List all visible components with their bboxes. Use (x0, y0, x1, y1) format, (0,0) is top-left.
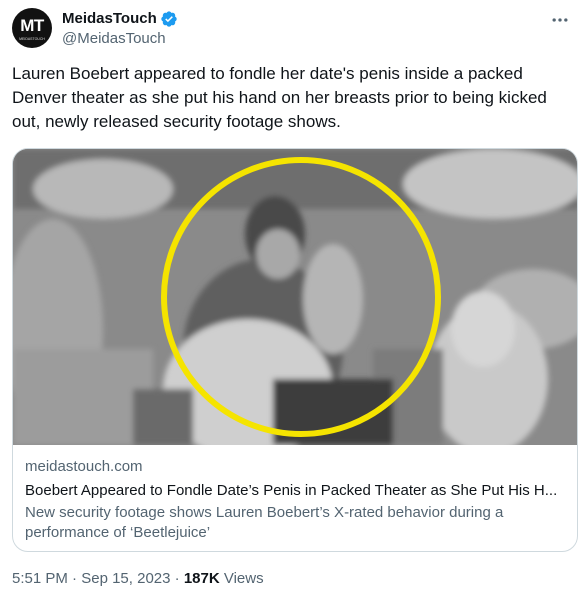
display-name[interactable]: MeidasTouch (62, 10, 157, 27)
verified-badge-icon (160, 10, 178, 28)
more-options-icon[interactable] (550, 10, 570, 35)
views-label: Views (223, 570, 264, 587)
avatar-subtext: MEIDASTOUCH (19, 36, 45, 41)
tweet-time[interactable]: 5:51 PM (12, 570, 68, 587)
avatar-text: MT (20, 15, 44, 35)
separator: · (72, 570, 78, 587)
tweet-footer: 5:51 PM · Sep 15, 2023 · 187K Views (12, 570, 264, 587)
tweet-header: MT MEIDASTOUCH MeidasTouch @MeidasTouch (12, 6, 570, 50)
link-card[interactable]: meidastouch.com Boebert Appeared to Fond… (12, 148, 578, 552)
avatar[interactable]: MT MEIDASTOUCH (12, 8, 52, 48)
security-footage-image (13, 149, 577, 445)
handle[interactable]: @MeidasTouch (62, 30, 178, 47)
card-image[interactable] (13, 149, 577, 445)
tweet-date[interactable]: Sep 15, 2023 (81, 570, 170, 587)
separator: · (174, 570, 180, 587)
card-meta: meidastouch.com Boebert Appeared to Fond… (13, 445, 577, 551)
account-names: MeidasTouch @MeidasTouch (62, 10, 178, 47)
views-count: 187K (183, 570, 220, 587)
card-description: New security footage shows Lauren Boeber… (25, 504, 504, 541)
name-row: MeidasTouch (62, 10, 178, 28)
card-domain: meidastouch.com (25, 458, 143, 475)
tweet: MT MEIDASTOUCH MeidasTouch @MeidasTouch (0, 0, 582, 597)
card-title[interactable]: Boebert Appeared to Fondle Date’s Penis … (25, 481, 565, 501)
tweet-text: Lauren Boebert appeared to fondle her da… (12, 64, 547, 131)
